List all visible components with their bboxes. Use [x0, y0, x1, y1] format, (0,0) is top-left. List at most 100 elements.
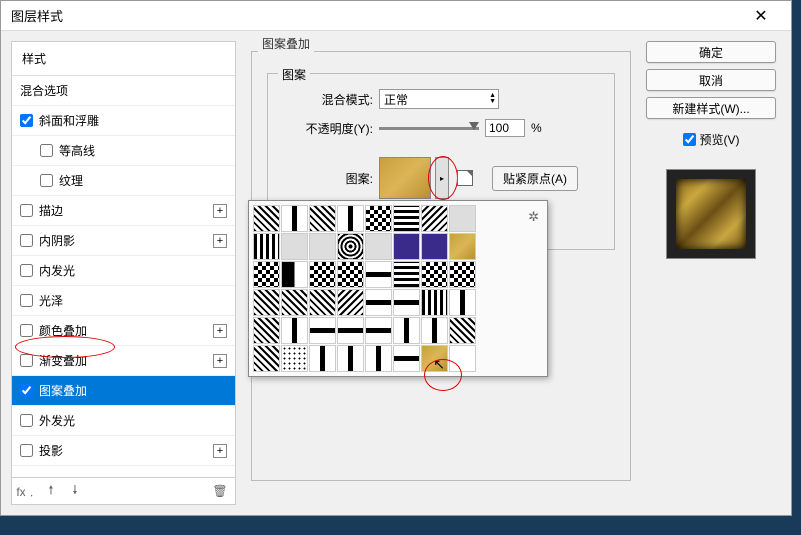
pattern-cell[interactable] [365, 345, 392, 372]
pattern-cell[interactable] [393, 233, 420, 260]
style-item-等高线[interactable]: 等高线 [12, 136, 235, 166]
pattern-cell[interactable] [421, 261, 448, 288]
pattern-cell[interactable] [281, 289, 308, 316]
pattern-cell[interactable] [253, 205, 280, 232]
blend-mode-select[interactable]: 正常 ▲▼ [379, 89, 499, 109]
pattern-cell[interactable] [449, 233, 476, 260]
fx-icon[interactable]: fx﹒ [18, 482, 36, 500]
pattern-cell[interactable] [337, 233, 364, 260]
style-checkbox[interactable] [20, 414, 33, 427]
style-checkbox[interactable] [40, 144, 53, 157]
pattern-cell[interactable] [393, 261, 420, 288]
plus-icon[interactable]: + [213, 204, 227, 218]
pattern-cell[interactable] [253, 233, 280, 260]
style-checkbox[interactable] [40, 174, 53, 187]
pattern-cell[interactable] [421, 289, 448, 316]
new-style-button[interactable]: 新建样式(W)... [646, 97, 776, 119]
pattern-cell[interactable] [337, 289, 364, 316]
pattern-cell[interactable] [449, 205, 476, 232]
pattern-cell[interactable] [253, 289, 280, 316]
style-checkbox[interactable] [20, 354, 33, 367]
plus-icon[interactable]: + [213, 324, 227, 338]
pattern-cell[interactable] [365, 233, 392, 260]
style-item-光泽[interactable]: 光泽 [12, 286, 235, 316]
pattern-cell[interactable] [365, 317, 392, 344]
style-item-斜面和浮雕[interactable]: 斜面和浮雕 [12, 106, 235, 136]
style-checkbox[interactable] [20, 114, 33, 127]
pattern-cell[interactable] [309, 345, 336, 372]
new-pattern-icon[interactable] [457, 170, 473, 186]
style-item-渐变叠加[interactable]: 渐变叠加+ [12, 346, 235, 376]
opacity-input[interactable] [485, 119, 525, 137]
snap-origin-button[interactable]: 贴紧原点(A) [492, 166, 578, 191]
style-label: 描边 [39, 202, 63, 219]
pattern-cell[interactable] [281, 261, 308, 288]
opacity-slider[interactable] [379, 127, 479, 130]
pattern-cell[interactable] [421, 205, 448, 232]
pattern-cell[interactable] [449, 317, 476, 344]
pattern-cell[interactable] [449, 345, 476, 372]
pattern-cell[interactable] [253, 317, 280, 344]
preview-checkbox-row[interactable]: 预览(V) [683, 131, 740, 148]
style-checkbox[interactable] [20, 234, 33, 247]
pattern-cell[interactable] [393, 289, 420, 316]
pattern-cell[interactable] [421, 345, 448, 372]
blending-options[interactable]: 混合选项 [12, 76, 235, 106]
style-checkbox[interactable] [20, 204, 33, 217]
pattern-cell[interactable] [281, 317, 308, 344]
pattern-cell[interactable] [309, 205, 336, 232]
plus-icon[interactable]: + [213, 354, 227, 368]
pattern-cell[interactable] [253, 261, 280, 288]
plus-icon[interactable]: + [213, 444, 227, 458]
pattern-cell[interactable] [365, 261, 392, 288]
style-item-内阴影[interactable]: 内阴影+ [12, 226, 235, 256]
pattern-cell[interactable] [281, 345, 308, 372]
down-arrow-icon[interactable]: 🠗 [66, 482, 84, 500]
pattern-dropdown-arrow[interactable]: ▸ [435, 157, 449, 199]
close-button[interactable]: ✕ [741, 1, 781, 31]
pattern-cell[interactable] [421, 317, 448, 344]
pattern-cell[interactable] [281, 205, 308, 232]
pattern-swatch[interactable] [379, 157, 431, 199]
pattern-cell[interactable] [449, 289, 476, 316]
style-item-投影[interactable]: 投影+ [12, 436, 235, 466]
pattern-cell[interactable] [421, 233, 448, 260]
ok-button[interactable]: 确定 [646, 41, 776, 63]
pattern-cell[interactable] [309, 317, 336, 344]
style-item-描边[interactable]: 描边 + [12, 196, 235, 226]
style-checkbox[interactable] [20, 384, 33, 397]
trash-icon[interactable]: 🗑 [211, 482, 229, 500]
style-item-内发光[interactable]: 内发光 [12, 256, 235, 286]
styles-header[interactable]: 样式 [12, 42, 235, 76]
cancel-button[interactable]: 取消 [646, 69, 776, 91]
pattern-cell[interactable] [281, 233, 308, 260]
style-item-颜色叠加[interactable]: 颜色叠加+ [12, 316, 235, 346]
plus-icon[interactable]: + [213, 234, 227, 248]
style-checkbox[interactable] [20, 444, 33, 457]
pattern-cell[interactable] [309, 233, 336, 260]
style-item-图案叠加[interactable]: 图案叠加 [12, 376, 235, 406]
slider-thumb[interactable] [469, 122, 479, 130]
gear-icon[interactable]: ✲ [528, 209, 539, 225]
up-arrow-icon[interactable]: 🠕 [42, 482, 60, 500]
pattern-cell[interactable] [337, 345, 364, 372]
pattern-cell[interactable] [337, 317, 364, 344]
pattern-cell[interactable] [253, 345, 280, 372]
style-item-外发光[interactable]: 外发光 [12, 406, 235, 436]
style-item-纹理[interactable]: 纹理 [12, 166, 235, 196]
pattern-cell[interactable] [337, 261, 364, 288]
blend-mode-label: 混合模式: [283, 91, 373, 108]
pattern-cell[interactable] [365, 205, 392, 232]
style-checkbox[interactable] [20, 264, 33, 277]
style-checkbox[interactable] [20, 294, 33, 307]
pattern-cell[interactable] [309, 261, 336, 288]
pattern-cell[interactable] [337, 205, 364, 232]
style-checkbox[interactable] [20, 324, 33, 337]
pattern-cell[interactable] [393, 205, 420, 232]
pattern-cell[interactable] [393, 317, 420, 344]
pattern-cell[interactable] [393, 345, 420, 372]
pattern-cell[interactable] [309, 289, 336, 316]
pattern-cell[interactable] [449, 261, 476, 288]
pattern-cell[interactable] [365, 289, 392, 316]
preview-checkbox[interactable] [683, 133, 696, 146]
